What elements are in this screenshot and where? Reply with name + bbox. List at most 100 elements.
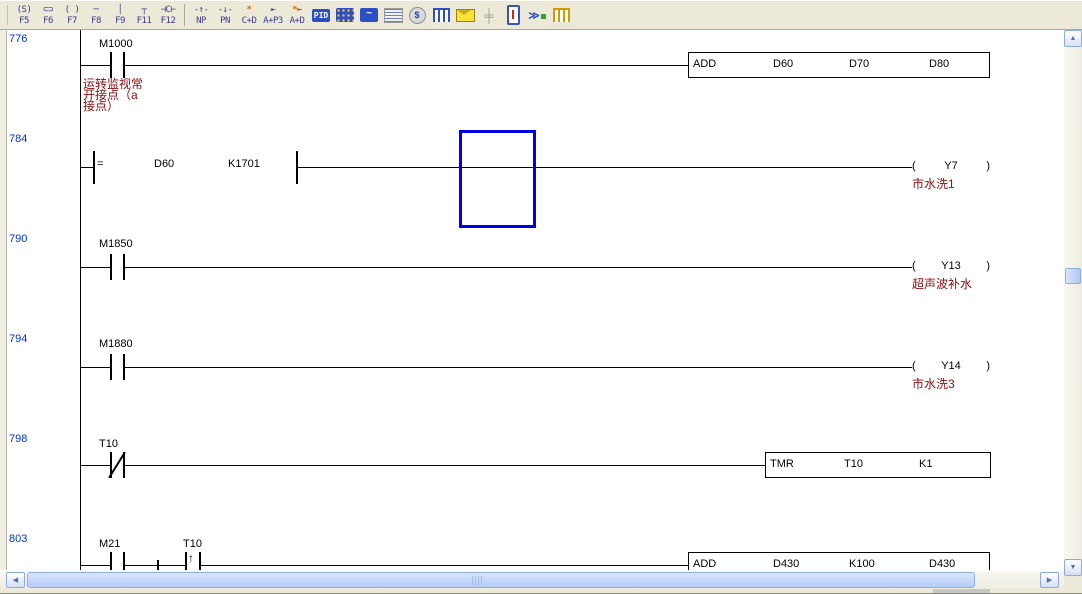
toolbar-button-label: NP bbox=[196, 16, 206, 26]
pid-button[interactable]: PID bbox=[309, 2, 333, 28]
toolbar-button-ad[interactable]: *⇤ A+D bbox=[285, 2, 309, 28]
toolbar-button-f8[interactable]: ─ F8 bbox=[84, 2, 108, 28]
rising-edge-contact[interactable] bbox=[199, 552, 201, 570]
toolbar-button-np[interactable]: -↑- NP bbox=[189, 2, 213, 28]
add-instruction-box[interactable]: ADD D430 K100 D430 bbox=[688, 552, 990, 570]
selection-cursor[interactable] bbox=[459, 130, 536, 228]
compare-operand: D60 bbox=[154, 158, 174, 170]
currency-button[interactable]: $ bbox=[405, 2, 429, 28]
star-left-arrow-icon: *⇤ bbox=[292, 5, 302, 16]
waveform-monitor-button[interactable]: ~ bbox=[357, 2, 381, 28]
orange-bars-button[interactable] bbox=[549, 2, 573, 28]
compare-left-bar[interactable] bbox=[93, 151, 95, 184]
no-contact[interactable] bbox=[110, 354, 112, 380]
coil-device: Y7 bbox=[944, 160, 957, 172]
scroll-right-button[interactable]: ▶ bbox=[1040, 572, 1059, 588]
step-number: 776 bbox=[9, 33, 27, 45]
left-arrow-bar-icon: ⇤ bbox=[271, 5, 276, 16]
branch-line-icon: ┬ bbox=[142, 5, 147, 16]
box-opcode: ADD bbox=[693, 558, 716, 570]
rung-line bbox=[80, 465, 110, 466]
toolbar-button-label: A+P3 bbox=[263, 16, 283, 26]
toolbar-button-label: F5 bbox=[19, 16, 29, 26]
annotation-line: 接点） bbox=[83, 101, 143, 112]
rung-line bbox=[80, 267, 110, 268]
no-contact[interactable] bbox=[110, 552, 112, 570]
toolbar-button-cd[interactable]: * C+D bbox=[237, 2, 261, 28]
toolbar-button-f9[interactable]: │ F9 bbox=[108, 2, 132, 28]
compare-operand: K1701 bbox=[228, 158, 260, 170]
scroll-up-button[interactable]: ▲ bbox=[1064, 30, 1082, 47]
toolbar-button-f7[interactable]: ( ) F7 bbox=[60, 2, 84, 28]
tmr-instruction-box[interactable]: TMR T10 K1 bbox=[765, 452, 991, 478]
toolbar-button-ap[interactable]: ⇤ A+P3 bbox=[261, 2, 285, 28]
ladder-canvas[interactable]: 776 M1000 运转监视常 开接点（a 接点） ADD D60 D70 D8… bbox=[0, 30, 1064, 570]
scroll-down-button[interactable]: ▼ bbox=[1064, 559, 1082, 576]
contact-label: M1000 bbox=[99, 38, 133, 50]
set-coil-icon: (S) bbox=[17, 5, 32, 16]
step-number: 794 bbox=[9, 333, 27, 345]
coil-y7[interactable]: ( Y7 ) bbox=[912, 160, 990, 172]
output-coil-icon: ( ) bbox=[65, 5, 80, 16]
rung-line bbox=[201, 565, 688, 566]
coil-annotation: 市水洗3 bbox=[912, 379, 955, 390]
thermometer-button[interactable] bbox=[501, 2, 525, 28]
coil-annotation: 超声波补水 bbox=[912, 279, 972, 290]
layers-button[interactable] bbox=[381, 2, 405, 28]
coil-close-paren: ) bbox=[986, 160, 990, 172]
rung-line bbox=[298, 167, 912, 168]
contact-block-icon: ⊣C⊢ bbox=[161, 5, 176, 16]
horizontal-scroll-thumb[interactable] bbox=[27, 572, 975, 588]
chevron-down-icon: ▼ bbox=[1070, 564, 1077, 571]
rising-edge-contact[interactable] bbox=[185, 552, 187, 570]
toolbar-button-f11[interactable]: ┬ F11 bbox=[132, 2, 156, 28]
coil-open-paren: ( bbox=[912, 160, 916, 172]
rung-line bbox=[125, 465, 765, 466]
device-monitor-button[interactable] bbox=[429, 2, 453, 28]
toolbar-button-f5[interactable]: (S) F5 bbox=[12, 2, 36, 28]
rung-line bbox=[125, 565, 185, 566]
rung-line bbox=[80, 565, 110, 566]
scroll-left-button[interactable]: ◀ bbox=[6, 572, 25, 588]
toolbar-button-label: C+D bbox=[242, 16, 257, 26]
rising-edge-icon: ↑ bbox=[188, 551, 194, 565]
step-number: 784 bbox=[9, 133, 27, 145]
no-contact[interactable] bbox=[110, 254, 112, 280]
coil-annotation: 市水洗1 bbox=[912, 179, 955, 190]
partial-toolbar-button[interactable] bbox=[2, 5, 8, 25]
step-number: 790 bbox=[9, 233, 27, 245]
toolbar-button-label: F8 bbox=[91, 16, 101, 26]
toolbar-button-f12[interactable]: ⊣C⊢ F12 bbox=[156, 2, 180, 28]
coil-close-paren: ) bbox=[986, 260, 990, 272]
toolbar: (S) F5 ⊂⊃ F6 ( ) F7 ─ F8 │ F9 ┬ F11 ⊣C⊢ … bbox=[0, 0, 1082, 30]
horizontal-line-icon: ─ bbox=[94, 5, 99, 16]
vertical-scroll-thumb[interactable] bbox=[1065, 268, 1081, 284]
box-opcode: ADD bbox=[693, 58, 716, 70]
box-operand: D430 bbox=[929, 558, 955, 570]
box-operand: K1 bbox=[919, 458, 932, 470]
coil-y14[interactable]: ( Y14 ) bbox=[912, 360, 990, 372]
comm-network-button[interactable] bbox=[333, 2, 357, 28]
pipe-button[interactable]: ╪ bbox=[477, 2, 501, 28]
toolbar-button-label: A+D bbox=[290, 16, 305, 26]
contact-label: T10 bbox=[183, 538, 202, 550]
toolbar-button-f6[interactable]: ⊂⊃ F6 bbox=[36, 2, 60, 28]
contact-label: T10 bbox=[99, 438, 118, 450]
compare-operator: = bbox=[97, 158, 103, 170]
coil-y13[interactable]: ( Y13 ) bbox=[912, 260, 990, 272]
no-contact[interactable] bbox=[110, 52, 112, 78]
vertical-scrollbar[interactable]: ▲ ▼ bbox=[1064, 30, 1082, 576]
coil-device: Y13 bbox=[941, 260, 961, 272]
toolbar-button-label: F12 bbox=[161, 16, 176, 26]
contact-annotation: 运转监视常 开接点（a 接点） bbox=[83, 79, 143, 112]
box-opcode: TMR bbox=[770, 458, 794, 470]
coil-close-paren: ) bbox=[986, 360, 990, 372]
no-contact[interactable] bbox=[123, 552, 125, 570]
add-instruction-box[interactable]: ADD D60 D70 D80 bbox=[688, 52, 990, 78]
horizontal-scrollbar[interactable]: ◀ ▶ bbox=[0, 571, 1064, 589]
rung-line bbox=[80, 367, 110, 368]
thermometer-icon bbox=[507, 5, 520, 25]
toolbar-button-pn[interactable]: -↓- PN bbox=[213, 2, 237, 28]
message-button[interactable] bbox=[453, 2, 477, 28]
transfer-button[interactable]: ≫ bbox=[525, 2, 549, 28]
